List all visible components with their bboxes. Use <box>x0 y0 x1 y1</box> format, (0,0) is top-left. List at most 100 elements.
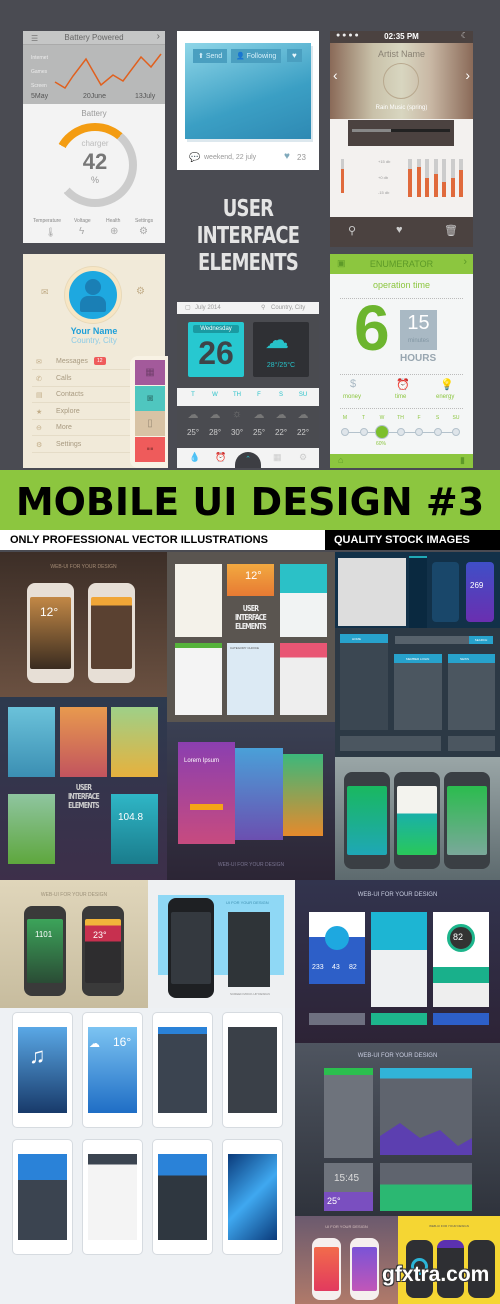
tablet-icon[interactable]: ▮ <box>460 455 465 466</box>
phone-mockup[interactable] <box>12 1139 73 1255</box>
heart-icon[interactable]: ♥ <box>284 151 290 162</box>
side-tab[interactable]: ▦ <box>135 360 165 385</box>
avatar[interactable] <box>65 267 121 323</box>
trash-icon[interactable]: 🗑 <box>444 224 458 237</box>
login-button[interactable] <box>190 804 223 810</box>
gear-icon[interactable]: ⚙ <box>139 226 148 237</box>
following-button[interactable]: 👤 Following <box>231 49 282 63</box>
photo-card: ⬆ Send 👤 Following ♥ 💬 weekend, 22 july … <box>177 31 319 170</box>
comment-icon[interactable]: 💬 <box>189 152 200 163</box>
eq-bar[interactable] <box>425 159 429 197</box>
tile-caption: WEB-UI FOR YOUR DESIGN <box>50 564 117 570</box>
slider-stop[interactable] <box>433 428 442 436</box>
tile-web-ui-blue[interactable]: WEB-UI FOR YOUR DESIGN 233 43 82 82 <box>295 880 500 1043</box>
tile-yellow-phones[interactable]: WEB-UI FOR YOUR DESIGN <box>398 1216 500 1304</box>
search-button[interactable]: SEARCH <box>469 636 493 644</box>
photo-image[interactable]: ⬆ Send 👤 Following ♥ <box>185 43 311 139</box>
weekday[interactable]: TH <box>227 392 247 398</box>
temperature: 28°/25°C <box>266 362 296 369</box>
slider-stop[interactable] <box>341 428 349 436</box>
footer-voltage[interactable]: Voltage <box>74 218 91 224</box>
phone-mockup[interactable] <box>222 1012 283 1128</box>
eq-bar[interactable] <box>450 159 455 197</box>
heart-button[interactable]: ♥ <box>287 49 302 62</box>
slider-stop[interactable] <box>359 428 368 436</box>
phone-mockup[interactable] <box>152 1139 213 1255</box>
date-label: 5May <box>31 93 49 100</box>
footer-health[interactable]: Health <box>106 218 120 224</box>
calendar-icon[interactable]: ▦ <box>273 452 282 463</box>
weather-location: Country, City <box>271 305 306 311</box>
tile-weather-phones[interactable]: WEB-UI FOR YOUR DESIGN 12° <box>0 552 167 697</box>
tile-gradient-ui[interactable]: USER INTERFACE ELEMENTS 104.8 <box>0 697 167 880</box>
phone-mockup[interactable]: ♫ <box>12 1012 73 1128</box>
clock-icon[interactable]: ⏰ <box>396 378 410 391</box>
footer-settings[interactable]: Settings <box>135 218 153 224</box>
weekday[interactable]: F <box>249 392 269 398</box>
phone-mockup <box>394 772 440 869</box>
health-icon[interactable]: ⊕ <box>110 226 118 237</box>
progress-bar[interactable] <box>352 129 450 132</box>
tile-beige-phones[interactable]: WEB-UI FOR YOUR DESIGN 1101 23° <box>0 880 148 1008</box>
footer-temperature[interactable]: Temperature <box>33 218 61 224</box>
phone-mockup[interactable]: ☁ 16° <box>82 1012 143 1128</box>
tile-web-dashboard[interactable]: HOME SEARCH MEMBER LOGIN NEWS <box>335 628 500 757</box>
basket-icon[interactable]: ⌂ <box>338 455 343 465</box>
thermometer-icon[interactable]: 🌡 <box>45 227 56 238</box>
tile-ui-elements[interactable]: 12° USER INTERFACE ELEMENTS CATEGORY CHOIC… <box>167 552 335 722</box>
tile-white-phones[interactable]: ♫ ☁ 16° <box>0 1008 295 1304</box>
phone-screen <box>228 1154 277 1240</box>
search-icon[interactable]: ⚲ <box>348 224 356 237</box>
send-button[interactable]: ⬆ Send <box>193 49 228 63</box>
tile-green-phones[interactable] <box>335 757 500 880</box>
equalizer-bars[interactable] <box>408 159 468 197</box>
slider-stop[interactable] <box>452 428 460 436</box>
like-count: 23 <box>297 153 306 162</box>
side-tab[interactable]: ▯ <box>135 411 165 436</box>
slider-stop[interactable] <box>415 428 423 436</box>
chevron-right-icon[interactable]: › <box>463 256 467 268</box>
tile-lorem-screens[interactable]: Lorem Ipsum WEB-UI FOR YOUR DESIGN <box>167 722 335 880</box>
weekday[interactable]: W <box>205 392 225 398</box>
eq-bar[interactable] <box>416 159 421 197</box>
bolt-icon[interactable]: ϟ <box>79 226 84 237</box>
alarm-icon[interactable]: ⏰ <box>215 452 226 463</box>
side-tab[interactable]: ▪▪ <box>135 436 165 462</box>
phone-mockup[interactable] <box>152 1012 213 1128</box>
phone-mockup[interactable] <box>222 1139 283 1255</box>
tile-dark-apps[interactable]: 269 <box>335 552 500 628</box>
chevron-right-icon[interactable]: › <box>157 31 160 42</box>
bulb-icon[interactable]: 💡 <box>440 378 454 391</box>
slider-stop[interactable] <box>396 428 405 436</box>
phone-mockup[interactable] <box>82 1139 143 1255</box>
tile-pink-phones[interactable]: UI FOR YOUR DESIGN <box>295 1216 398 1304</box>
weekday[interactable]: SU <box>293 392 313 398</box>
eq-bar[interactable] <box>459 159 463 197</box>
enumerator-title: ENUMERATOR <box>369 259 434 269</box>
headline-line: ELEMENTS <box>68 801 99 810</box>
eq-slider[interactable] <box>341 159 344 193</box>
phone-mockup: 12° <box>27 583 74 683</box>
prev-icon[interactable]: ‹ <box>333 67 338 83</box>
settings-icon[interactable]: ⚙ <box>299 452 307 463</box>
heart-icon[interactable]: ♥ <box>396 224 403 236</box>
drop-icon[interactable]: 💧 <box>189 452 200 463</box>
day-label: F <box>417 415 421 421</box>
eq-bar[interactable] <box>408 159 412 197</box>
slider-handle[interactable] <box>375 425 389 439</box>
eq-bar[interactable] <box>442 159 446 197</box>
eq-bar[interactable] <box>433 159 438 197</box>
tile-web-ui-gray[interactable]: WEB-UI FOR YOUR DESIGN 15:45 25° <box>295 1043 500 1216</box>
money-icon[interactable]: $ <box>350 378 356 390</box>
search-input[interactable] <box>395 636 469 644</box>
playback-controls[interactable] <box>348 120 454 146</box>
next-icon[interactable]: › <box>465 67 470 83</box>
weekday[interactable]: S <box>271 392 291 398</box>
tile-mockup[interactable]: UI FOR YOUR DESIGN SCREEN MOCK-UP DESIGN <box>148 880 295 1008</box>
mail-icon[interactable]: ✉ <box>41 287 49 298</box>
gear-icon[interactable]: ⚙ <box>136 286 145 297</box>
tile-caption: UI FOR YOUR DESIGN <box>325 1224 368 1229</box>
side-tab[interactable]: ◙ <box>135 385 165 411</box>
menu-label: More <box>56 424 72 431</box>
weekday[interactable]: T <box>183 392 203 398</box>
